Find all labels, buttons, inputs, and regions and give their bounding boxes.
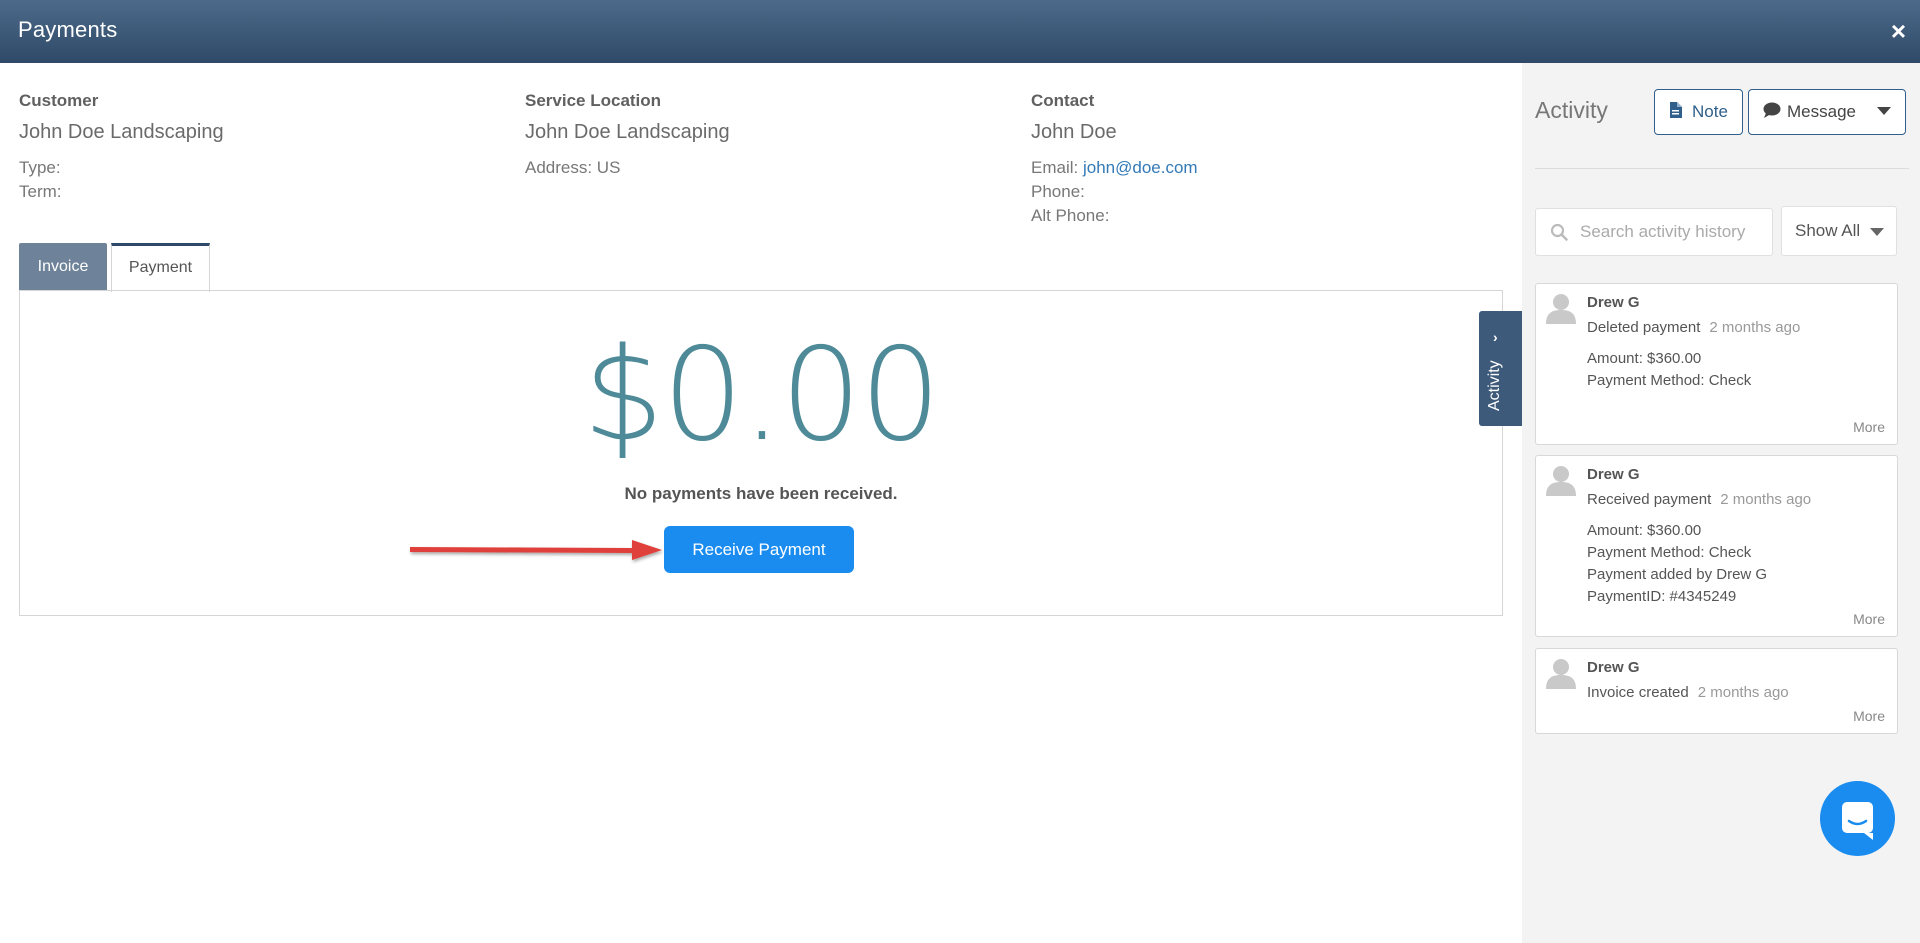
chevron-right-icon: › (1493, 329, 1498, 345)
contact-section: Contact John Doe Email: john@doe.com Pho… (1031, 91, 1198, 228)
customer-heading: Customer (19, 91, 99, 110)
document-icon (1669, 90, 1682, 134)
user-avatar-icon (1546, 466, 1576, 496)
service-location-section: Service Location John Doe Landscaping Ad… (525, 91, 730, 180)
contact-email-label: Email: (1031, 158, 1079, 177)
customer-name: John Doe Landscaping (19, 121, 224, 143)
activity-action: Received payment 2 months ago (1587, 491, 1811, 508)
contact-name: John Doe (1031, 121, 1117, 143)
close-icon[interactable]: × (1891, 16, 1906, 47)
customer-type: Type: (19, 158, 61, 177)
payment-panel: $0.00 No payments have been received. Re… (19, 290, 1503, 616)
activity-user: Drew G (1587, 466, 1640, 483)
page-title: Payments (18, 17, 118, 42)
contact-alt-phone: Alt Phone: (1031, 206, 1110, 225)
customer-section: Customer John Doe Landscaping Type: Term… (19, 91, 224, 204)
user-avatar-icon (1546, 294, 1576, 324)
activity-time: 2 months ago (1697, 684, 1789, 701)
activity-detail-line: Payment Method: Check (1587, 372, 1752, 389)
activity-more-link[interactable]: More (1853, 708, 1885, 724)
activity-time: 2 months ago (1720, 491, 1812, 508)
activity-details: Amount: $360.00 Payment Method: Check Pa… (1587, 520, 1767, 608)
tab-payment[interactable]: Payment (111, 243, 210, 292)
note-button[interactable]: Note (1654, 89, 1743, 135)
customer-term: Term: (19, 182, 62, 201)
activity-more-link[interactable]: More (1853, 419, 1885, 435)
activity-action: Invoice created 2 months ago (1587, 684, 1789, 701)
activity-action-text: Deleted payment (1587, 319, 1701, 336)
caret-down-icon (1877, 107, 1891, 115)
activity-toggle-label: Activity (1486, 360, 1503, 411)
activity-action-text: Received payment (1587, 491, 1712, 508)
activity-user: Drew G (1587, 294, 1640, 311)
activity-time: 2 months ago (1709, 319, 1801, 336)
user-avatar-icon (1546, 659, 1576, 689)
service-location-address: Address: US (525, 158, 621, 177)
activity-toggle-tab[interactable]: › Activity (1479, 311, 1523, 426)
receive-payment-button[interactable]: Receive Payment (664, 526, 854, 573)
service-location-heading: Service Location (525, 91, 662, 110)
main-content: Customer John Doe Landscaping Type: Term… (0, 63, 1523, 943)
contact-heading: Contact (1031, 91, 1095, 110)
activity-detail-line: PaymentID: #4345249 (1587, 588, 1737, 605)
activity-title: Activity (1535, 97, 1608, 123)
activity-item: Drew G Invoice created 2 months ago More (1535, 648, 1898, 734)
activity-detail-line: Payment added by Drew G (1587, 566, 1768, 583)
chat-launcher-glyph (1842, 802, 1873, 840)
contact-phone: Phone: (1031, 182, 1085, 201)
divider (1535, 168, 1909, 169)
activity-item: Drew G Received payment 2 months ago Amou… (1535, 455, 1898, 637)
activity-action: Deleted payment 2 months ago (1587, 319, 1800, 336)
caret-down-icon (1870, 228, 1884, 236)
activity-details: Amount: $360.00 Payment Method: Check (1587, 348, 1751, 392)
activity-more-link[interactable]: More (1853, 611, 1885, 627)
intercom-chat-icon[interactable] (1820, 781, 1895, 856)
activity-user: Drew G (1587, 659, 1640, 676)
message-button[interactable]: Message (1748, 89, 1906, 135)
activity-detail-line: Payment Method: Check (1587, 544, 1752, 561)
search-icon (1550, 223, 1568, 241)
empty-payments-message: No payments have been received. (624, 484, 898, 503)
activity-search-input[interactable] (1580, 221, 1766, 243)
activity-item: Drew G Deleted payment 2 months ago Amoun… (1535, 283, 1898, 445)
modal-header: Payments × (0, 0, 1920, 63)
activity-detail-line: Amount: $360.00 (1587, 522, 1702, 539)
activity-filter-select[interactable]: Show All (1781, 206, 1897, 256)
activity-detail-line: Amount: $360.00 (1587, 350, 1702, 367)
service-location-name: John Doe Landscaping (525, 121, 730, 143)
message-button-label: Message (1787, 102, 1856, 121)
activity-action-text: Invoice created (1587, 684, 1689, 701)
contact-email-link[interactable]: john@doe.com (1083, 158, 1198, 177)
activity-search-box (1535, 208, 1773, 256)
note-button-label: Note (1692, 102, 1728, 121)
activity-filter-value: Show All (1795, 221, 1861, 240)
tab-invoice[interactable]: Invoice (19, 243, 107, 291)
chat-bubble-icon (1763, 90, 1781, 134)
contact-email-row: Email: john@doe.com (1031, 156, 1198, 180)
payment-total-amount: $0.00 (582, 321, 941, 470)
annotation-arrow-icon (410, 540, 662, 560)
